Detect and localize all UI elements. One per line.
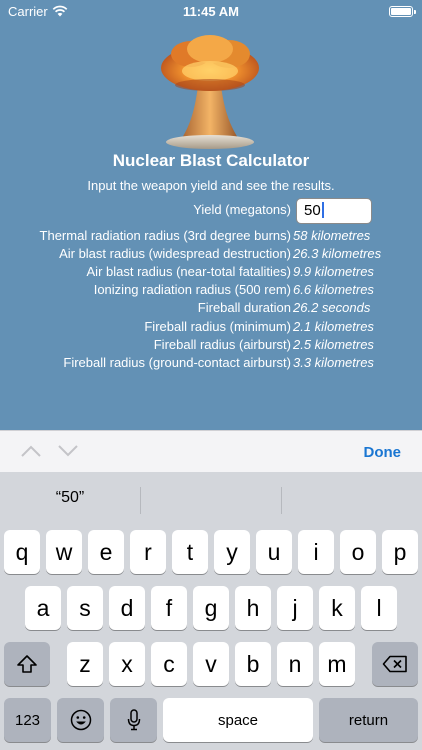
key-n[interactable]: n [277,642,313,686]
result-row: Thermal radiation radius (3rd degree bur… [0,228,422,246]
result-value: 26.3 kilometres [293,246,382,261]
numbers-key[interactable]: 123 [4,698,51,742]
emoji-icon [70,709,91,731]
done-button[interactable]: Done [364,444,402,461]
key-u[interactable]: u [256,530,292,574]
key-l[interactable]: l [361,586,397,630]
result-row: Ionizing radiation radius (500 rem) 6.6 … [0,282,422,300]
result-row: Air blast radius (widespread destruction… [0,246,422,264]
result-label: Air blast radius (near-total fatalities) [86,264,291,279]
key-c[interactable]: c [151,642,187,686]
emoji-key[interactable] [57,698,104,742]
key-q[interactable]: q [4,530,40,574]
backspace-icon [382,655,407,673]
result-value: 9.9 kilometres [293,264,374,279]
key-z[interactable]: z [67,642,103,686]
result-value: 6.6 kilometres [293,282,374,297]
result-label: Fireball duration [197,300,291,315]
yield-input-value: 50 [304,202,321,219]
result-row: Fireball radius (ground-contact airburst… [0,355,422,373]
key-f[interactable]: f [151,586,187,630]
key-v[interactable]: v [193,642,229,686]
result-row: Air blast radius (near-total fatalities)… [0,264,422,282]
key-y[interactable]: y [214,530,250,574]
key-x[interactable]: x [109,642,145,686]
key-p[interactable]: p [382,530,418,574]
key-j[interactable]: j [277,586,313,630]
space-key[interactable]: space [163,698,313,742]
keyboard-accessory-bar: Done [0,430,422,473]
result-label: Fireball radius (ground-contact airburst… [63,355,291,370]
result-label: Thermal radiation radius (3rd degree bur… [39,228,291,243]
result-label: Fireball radius (minimum) [144,319,291,334]
result-value: 26.2 seconds [293,300,371,315]
page-title: Nuclear Blast Calculator [112,151,310,170]
battery-icon [389,6,416,17]
mushroom-cloud-image [161,35,259,149]
suggestion-item[interactable]: “50” [0,489,140,507]
instructions-text: Input the weapon yield and see the resul… [87,178,335,193]
key-o[interactable]: o [340,530,376,574]
key-k[interactable]: k [319,586,355,630]
yield-label: Yield (megatons) [193,202,291,217]
key-e[interactable]: e [88,530,124,574]
key-h[interactable]: h [235,586,271,630]
key-s[interactable]: s [67,586,103,630]
result-label: Air blast radius (widespread destruction… [59,246,291,261]
result-label: Fireball radius (airburst) [153,337,291,352]
chevron-up-icon[interactable] [20,444,42,458]
result-value: 2.5 kilometres [293,337,374,352]
result-value: 2.1 kilometres [293,319,374,334]
result-row: Fireball radius (airburst) 2.5 kilometre… [0,337,422,355]
keyboard: “50” q w e r t y u i o p a s d f g h j k… [0,472,422,750]
suggestion-bar: “50” [0,472,422,528]
key-r[interactable]: r [130,530,166,574]
key-m[interactable]: m [319,642,355,686]
text-caret [321,202,324,218]
key-g[interactable]: g [193,586,229,630]
shift-icon [17,655,37,673]
shift-key[interactable] [4,642,50,686]
clock: 11:45 AM [183,4,239,19]
result-value: 58 kilometres [293,228,371,243]
yield-input[interactable]: 50 [296,198,372,224]
key-d[interactable]: d [109,586,145,630]
microphone-icon [127,709,140,731]
key-a[interactable]: a [25,586,61,630]
status-bar: Carrier 11:45 AM [0,0,422,24]
delete-key[interactable] [372,642,418,686]
key-b[interactable]: b [235,642,271,686]
return-key[interactable]: return [319,698,418,742]
suggestion-divider [281,487,282,514]
result-row: Fireball radius (minimum) 2.1 kilometres [0,319,422,337]
suggestion-divider [140,487,141,514]
key-t[interactable]: t [172,530,208,574]
key-w[interactable]: w [46,530,82,574]
result-label: Ionizing radiation radius (500 rem) [93,282,291,297]
chevron-down-icon[interactable] [57,444,79,458]
result-value: 3.3 kilometres [293,355,374,370]
microphone-key[interactable] [110,698,157,742]
result-row: Fireball duration 26.2 seconds [0,300,422,318]
key-i[interactable]: i [298,530,334,574]
